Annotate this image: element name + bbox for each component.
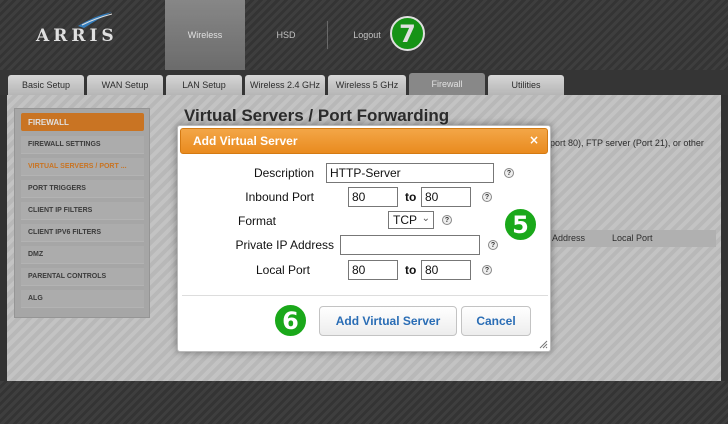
description-input[interactable]: HTTP-Server: [326, 163, 494, 183]
chevron-down-icon: ⌄: [421, 213, 430, 224]
format-label: Format: [237, 214, 276, 228]
format-select[interactable]: TCP ⌄: [388, 211, 434, 229]
inbound-to-label: to: [405, 190, 417, 204]
help-icon[interactable]: ?: [442, 215, 452, 225]
add-virtual-server-button[interactable]: Add Virtual Server: [319, 306, 457, 336]
help-icon[interactable]: ?: [482, 192, 492, 202]
step-badge-6: 6: [273, 303, 308, 338]
cancel-button[interactable]: Cancel: [461, 306, 531, 336]
local-port-from-input[interactable]: 80: [348, 260, 398, 280]
inbound-port-from-input[interactable]: 80: [348, 187, 398, 207]
local-port-label: Local Port: [255, 263, 310, 277]
private-ip-input[interactable]: [340, 235, 480, 255]
private-ip-label: Private IP Address: [235, 238, 335, 252]
add-virtual-server-dialog: Add Virtual Server × Description HTTP-Se…: [177, 125, 551, 352]
description-label: Description: [253, 166, 314, 180]
format-select-value: TCP: [393, 213, 417, 227]
help-icon[interactable]: ?: [504, 168, 514, 178]
help-icon[interactable]: ?: [482, 265, 492, 275]
local-to-label: to: [405, 263, 417, 277]
help-icon[interactable]: ?: [488, 240, 498, 250]
resize-grip-icon[interactable]: [538, 339, 548, 349]
inbound-port-to-input[interactable]: 80: [421, 187, 471, 207]
dialog-header: Add Virtual Server ×: [180, 128, 548, 154]
local-port-to-input[interactable]: 80: [421, 260, 471, 280]
dialog-title: Add Virtual Server: [193, 134, 298, 148]
dialog-divider: [182, 295, 548, 296]
step-badge-5: 5: [503, 207, 538, 242]
inbound-port-label: Inbound Port: [245, 190, 314, 204]
close-icon[interactable]: ×: [529, 133, 539, 147]
